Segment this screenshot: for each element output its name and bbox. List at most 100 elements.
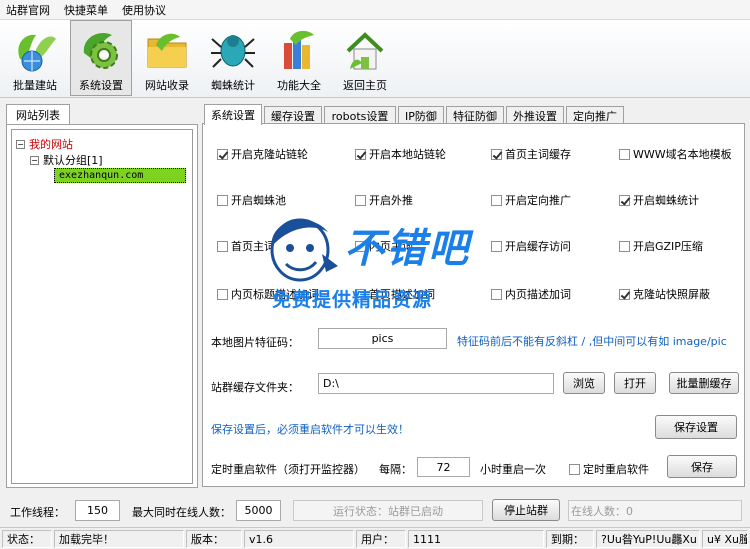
checkbox-box[interactable] (491, 288, 502, 300)
checkbox-box[interactable] (619, 194, 630, 206)
checkbox-clone-site-link-wheel[interactable]: 开启克隆站链轮 (217, 146, 308, 162)
tree-root-label: 我的网站 (29, 138, 73, 151)
version-value: v1.6 (244, 530, 354, 548)
site-tree-panel: − 我的网站 − 默认分组[1] exezhanqun.com (6, 124, 198, 488)
expire-value: ?Uu昝YuP!Uu龘Xu (596, 530, 700, 548)
user-value: 1111 (408, 530, 544, 548)
checkbox-inner-keyword[interactable]: 内页主词 (355, 238, 413, 254)
tab-cache-settings[interactable]: 缓存设置 (264, 106, 322, 124)
tab-site-list[interactable]: 网站列表 (6, 104, 70, 124)
settings-tabs: 系统设置 缓存设置 robots设置 IP防御 特征防御 外推设置 定向推广 (204, 104, 744, 125)
checkbox-spider-stats[interactable]: 开启蜘蛛统计 (619, 192, 699, 208)
tab-feature-defense[interactable]: 特征防御 (446, 106, 504, 124)
checkbox-box[interactable] (355, 194, 366, 206)
checkbox-box[interactable] (355, 148, 366, 160)
image-code-input[interactable]: pics (318, 328, 447, 349)
tab-system-settings[interactable]: 系统设置 (204, 104, 262, 125)
checkbox-label: 首页主词 (231, 240, 275, 253)
tree-site-item[interactable]: exezhanqun.com (54, 168, 186, 183)
tab-robots-settings[interactable]: robots设置 (324, 106, 396, 124)
stop-station-button[interactable]: 停止站群 (492, 499, 560, 521)
checkbox-outreach[interactable]: 开启外推 (355, 192, 413, 208)
folder-icon (143, 29, 191, 73)
checkbox-box[interactable] (491, 148, 502, 160)
spider-stats-button[interactable]: 蜘蛛统计 (202, 20, 264, 96)
bottom-controls: 工作线程： 150 最大同时在线人数： 5000 运行状态：站群已启动 停止站群… (0, 497, 750, 525)
tab-targeted-promotion[interactable]: 定向推广 (566, 106, 624, 124)
checkbox-home-desc-keyword[interactable]: 首页描述加词 (355, 286, 435, 302)
image-code-hint: 特征码前后不能有反斜杠 / ,但中间可以有如 image/pic (457, 335, 727, 348)
checkbox-label: 开启外推 (369, 194, 413, 207)
tree-group-label: 默认分组[1] (43, 154, 103, 167)
checkbox-box[interactable] (491, 194, 502, 206)
threads-input[interactable]: 150 (75, 500, 120, 521)
checkbox-local-site-link-wheel[interactable]: 开启本地站链轮 (355, 146, 446, 162)
checkbox-box[interactable] (217, 288, 228, 300)
checkbox-home-keyword-cache[interactable]: 首页主词缓存 (491, 146, 571, 162)
checkbox-clone-snapshot-block[interactable]: 克隆站快照屏蔽 (619, 286, 710, 302)
restart-hours-input[interactable]: 72 (417, 457, 470, 477)
checkbox-box[interactable] (619, 240, 630, 252)
checkbox-box[interactable] (355, 240, 366, 252)
max-online-input[interactable]: 5000 (236, 500, 281, 521)
system-settings-panel: 开启克隆站链轮 开启本地站链轮 首页主词缓存 WWW域名本地模板 开启蜘蛛池 开… (202, 123, 745, 487)
checkbox-box[interactable] (491, 240, 502, 252)
home-button[interactable]: 返回主页 (334, 20, 396, 96)
tree-root[interactable]: − 我的网站 (16, 136, 73, 152)
spider-icon (209, 29, 257, 73)
checkbox-box[interactable] (355, 288, 366, 300)
threads-label: 工作线程： (10, 506, 65, 519)
batch-build-button[interactable]: 批量建站 (4, 20, 66, 96)
checkbox-label: 开启定向推广 (505, 194, 571, 207)
checkbox-targeted-promotion[interactable]: 开启定向推广 (491, 192, 571, 208)
all-features-button[interactable]: 功能大全 (268, 20, 330, 96)
cache-folder-input[interactable]: D:\ (318, 373, 554, 394)
checkbox-spider-pool[interactable]: 开启蜘蛛池 (217, 192, 286, 208)
checkbox-www-local-template[interactable]: WWW域名本地模板 (619, 146, 732, 162)
checkbox-label: 开启克隆站链轮 (231, 148, 308, 161)
hours-unit-label: 小时重启一次 (480, 463, 546, 476)
checkbox-label: 首页描述加词 (369, 288, 435, 301)
tab-outreach-settings[interactable]: 外推设置 (506, 106, 564, 124)
timed-restart-label: 定时重启软件（须打开监控器） (211, 463, 365, 476)
checkbox-label: 内页主词 (369, 240, 413, 253)
collapse-icon[interactable]: − (16, 139, 25, 149)
checkbox-label: 克隆站快照屏蔽 (633, 288, 710, 301)
home-label: 返回主页 (343, 79, 387, 92)
batch-delete-cache-button[interactable]: 批量删缓存 (669, 372, 739, 394)
open-button[interactable]: 打开 (614, 372, 656, 394)
checkbox-cache-access[interactable]: 开启缓存访问 (491, 238, 571, 254)
checkbox-box[interactable] (619, 288, 630, 300)
site-indexing-button[interactable]: 网站收录 (136, 20, 198, 96)
checkbox-inner-desc-keyword[interactable]: 内页描述加词 (491, 286, 571, 302)
checkbox-box[interactable] (569, 463, 580, 475)
checkbox-label: 内页标题描述加词 (231, 288, 319, 301)
save-restart-button[interactable]: 保存 (667, 455, 737, 478)
save-settings-button[interactable]: 保存设置 (655, 415, 737, 439)
max-online-label: 最大同时在线人数： (132, 506, 231, 519)
checkbox-home-keyword[interactable]: 首页主词 (217, 238, 275, 254)
checkbox-box[interactable] (217, 194, 228, 206)
system-settings-button[interactable]: 系统设置 (70, 20, 132, 96)
checkbox-timed-restart[interactable]: 定时重启软件 (569, 461, 649, 477)
checkbox-box[interactable] (217, 148, 228, 160)
gear-leaf-icon (77, 29, 125, 73)
tab-ip-defense[interactable]: IP防御 (398, 106, 444, 124)
system-settings-label: 系统设置 (79, 79, 123, 92)
status-label: 状态： (2, 530, 52, 548)
menu-official-site[interactable]: 站群官网 (6, 2, 50, 18)
checkbox-box[interactable] (619, 148, 630, 160)
checkbox-label: 开启缓存访问 (505, 240, 571, 253)
version-label: 版本： (186, 530, 242, 548)
every-label: 每隔： (379, 463, 412, 476)
collapse-icon[interactable]: − (30, 155, 39, 165)
browse-button[interactable]: 浏览 (563, 372, 605, 394)
tree-group[interactable]: − 默认分组[1] (30, 152, 103, 168)
menu-usage-agreement[interactable]: 使用协议 (122, 2, 166, 18)
checkbox-inner-title-desc-keyword[interactable]: 内页标题描述加词 (217, 286, 319, 302)
checkbox-gzip[interactable]: 开启GZIP压缩 (619, 238, 703, 254)
menu-shortcuts[interactable]: 快捷菜单 (64, 2, 108, 18)
checkbox-box[interactable] (217, 240, 228, 252)
checkbox-label: 定时重启软件 (583, 463, 649, 476)
online-count-field: 在线人数：0 (568, 500, 742, 521)
